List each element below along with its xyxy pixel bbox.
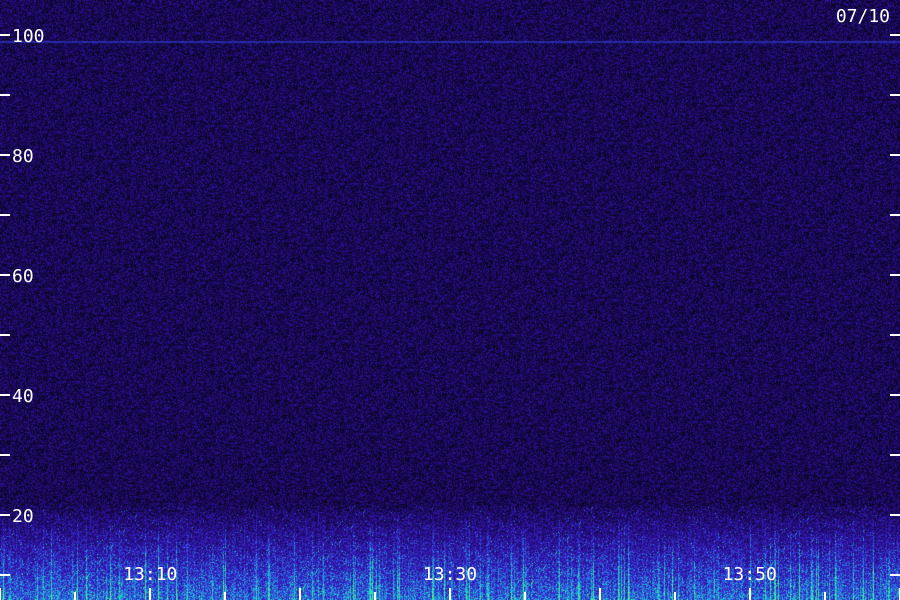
y-tick-label: 40 (12, 386, 34, 407)
y-tick-label: 20 (12, 506, 34, 527)
date-label: 07/10 (836, 6, 890, 27)
spectrogram-plot: 07/10 100 80 60 40 20 13:10 13:30 13:50 (0, 0, 900, 600)
x-tick-label: 13:10 (123, 564, 177, 585)
y-tick-label: 80 (12, 146, 34, 167)
y-tick-label: 100 (12, 26, 45, 47)
y-tick-label: 60 (12, 266, 34, 287)
axes-overlay: 07/10 100 80 60 40 20 13:10 13:30 13:50 (0, 6, 900, 600)
x-tick-label: 13:30 (423, 564, 477, 585)
x-tick-label: 13:50 (723, 564, 777, 585)
